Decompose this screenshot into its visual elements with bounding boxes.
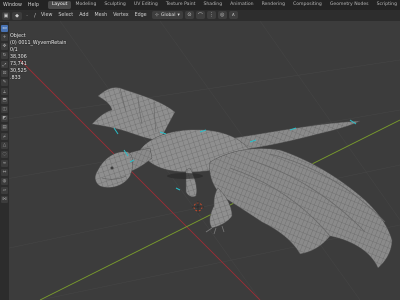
tab-sculpting[interactable]: Sculpting — [100, 1, 129, 9]
poly-build-icon[interactable]: △ — [1, 142, 8, 149]
tab-geometry-nodes[interactable]: Geometry Nodes — [326, 1, 373, 9]
falloff-icon[interactable]: ∧ — [228, 11, 238, 19]
bevel-icon[interactable]: ◩ — [1, 115, 8, 122]
stats-vertices: 38,306 — [10, 55, 27, 60]
rip-icon[interactable]: ⋈ — [1, 196, 8, 203]
scene-statistics: Object (0) 0011_WyvernRetain 0/1 38,306 … — [0, 33, 66, 82]
knife-icon[interactable]: ⌿ — [1, 133, 8, 140]
transform-controls: ⊹ Global ▾ ⊙ ⌒ ⋮ ◎ ∧ — [152, 11, 238, 19]
stats-faces: 30,525 — [10, 69, 27, 74]
tab-animation[interactable]: Animation — [226, 1, 257, 9]
tab-uv-editing[interactable]: UV Editing — [130, 1, 162, 9]
tab-compositing[interactable]: Compositing — [289, 1, 326, 9]
stats-triangles: .833 — [10, 76, 21, 81]
inset-icon[interactable]: ◫ — [1, 106, 8, 113]
menu-add[interactable]: Add — [76, 13, 91, 18]
menu-mesh[interactable]: Mesh — [92, 13, 111, 18]
transform-orientation-dropdown[interactable]: ⊹ Global ▾ — [152, 11, 183, 19]
measure-icon[interactable]: ⟂ — [1, 88, 8, 95]
menu-window[interactable]: Window — [0, 3, 25, 8]
tab-modeling[interactable]: Modeling — [71, 1, 100, 9]
loop-cut-icon[interactable]: ▤ — [1, 124, 8, 131]
stats-edges: 73,741 — [10, 62, 27, 67]
tab-rendering[interactable]: Rendering — [258, 1, 289, 9]
snap-icon[interactable]: ⌒ — [195, 11, 205, 19]
menu-help[interactable]: Help — [25, 3, 42, 8]
menu-select[interactable]: Select — [55, 13, 76, 18]
editor-type-icon[interactable]: ▣ — [2, 11, 10, 20]
proportional-edit-icon[interactable]: ◎ — [217, 11, 227, 19]
snap-target-icon[interactable]: ⋮ — [206, 11, 216, 19]
orientation-icon: ⊹ — [155, 12, 159, 18]
stats-object-name: (0) 0011_WyvernRetain — [10, 41, 67, 46]
blender-window: Window Help Layout Modeling Sculpting UV… — [0, 0, 400, 300]
extrude-icon[interactable]: ⬒ — [1, 97, 8, 104]
select-box-icon[interactable]: ▭ — [1, 25, 8, 32]
pivot-point-icon[interactable]: ⊙ — [184, 11, 194, 19]
menu-vertex[interactable]: Vertex — [110, 13, 131, 18]
transform-orientation-value: Global — [160, 12, 176, 18]
tab-texture-paint[interactable]: Texture Paint — [162, 1, 200, 9]
workspace-tabs: Layout Modeling Sculpting UV Editing Tex… — [47, 0, 400, 10]
mode-select-icon[interactable]: ◆ — [12, 11, 22, 20]
shear-icon[interactable]: ▱ — [1, 187, 8, 194]
vertex-mode-icon[interactable]: · — [24, 11, 30, 20]
edge-slide-icon[interactable]: ⇔ — [1, 169, 8, 176]
stats-mode: Object — [10, 34, 26, 39]
tab-layout[interactable]: Layout — [47, 1, 72, 9]
smooth-icon[interactable]: ≈ — [1, 160, 8, 167]
tab-shading[interactable]: Shading — [199, 1, 226, 9]
shrink-fatten-icon[interactable]: ◍ — [1, 178, 8, 185]
top-menu-bar: Window Help Layout Modeling Sculpting UV… — [0, 0, 400, 10]
menu-view[interactable]: View — [38, 13, 55, 18]
menu-edge[interactable]: Edge — [132, 13, 150, 18]
spin-icon[interactable]: ◌ — [1, 151, 8, 158]
chevron-down-icon: ▾ — [177, 12, 180, 18]
stats-objects: 0/1 — [10, 48, 18, 53]
tab-scripting[interactable]: Scripting — [373, 1, 400, 9]
